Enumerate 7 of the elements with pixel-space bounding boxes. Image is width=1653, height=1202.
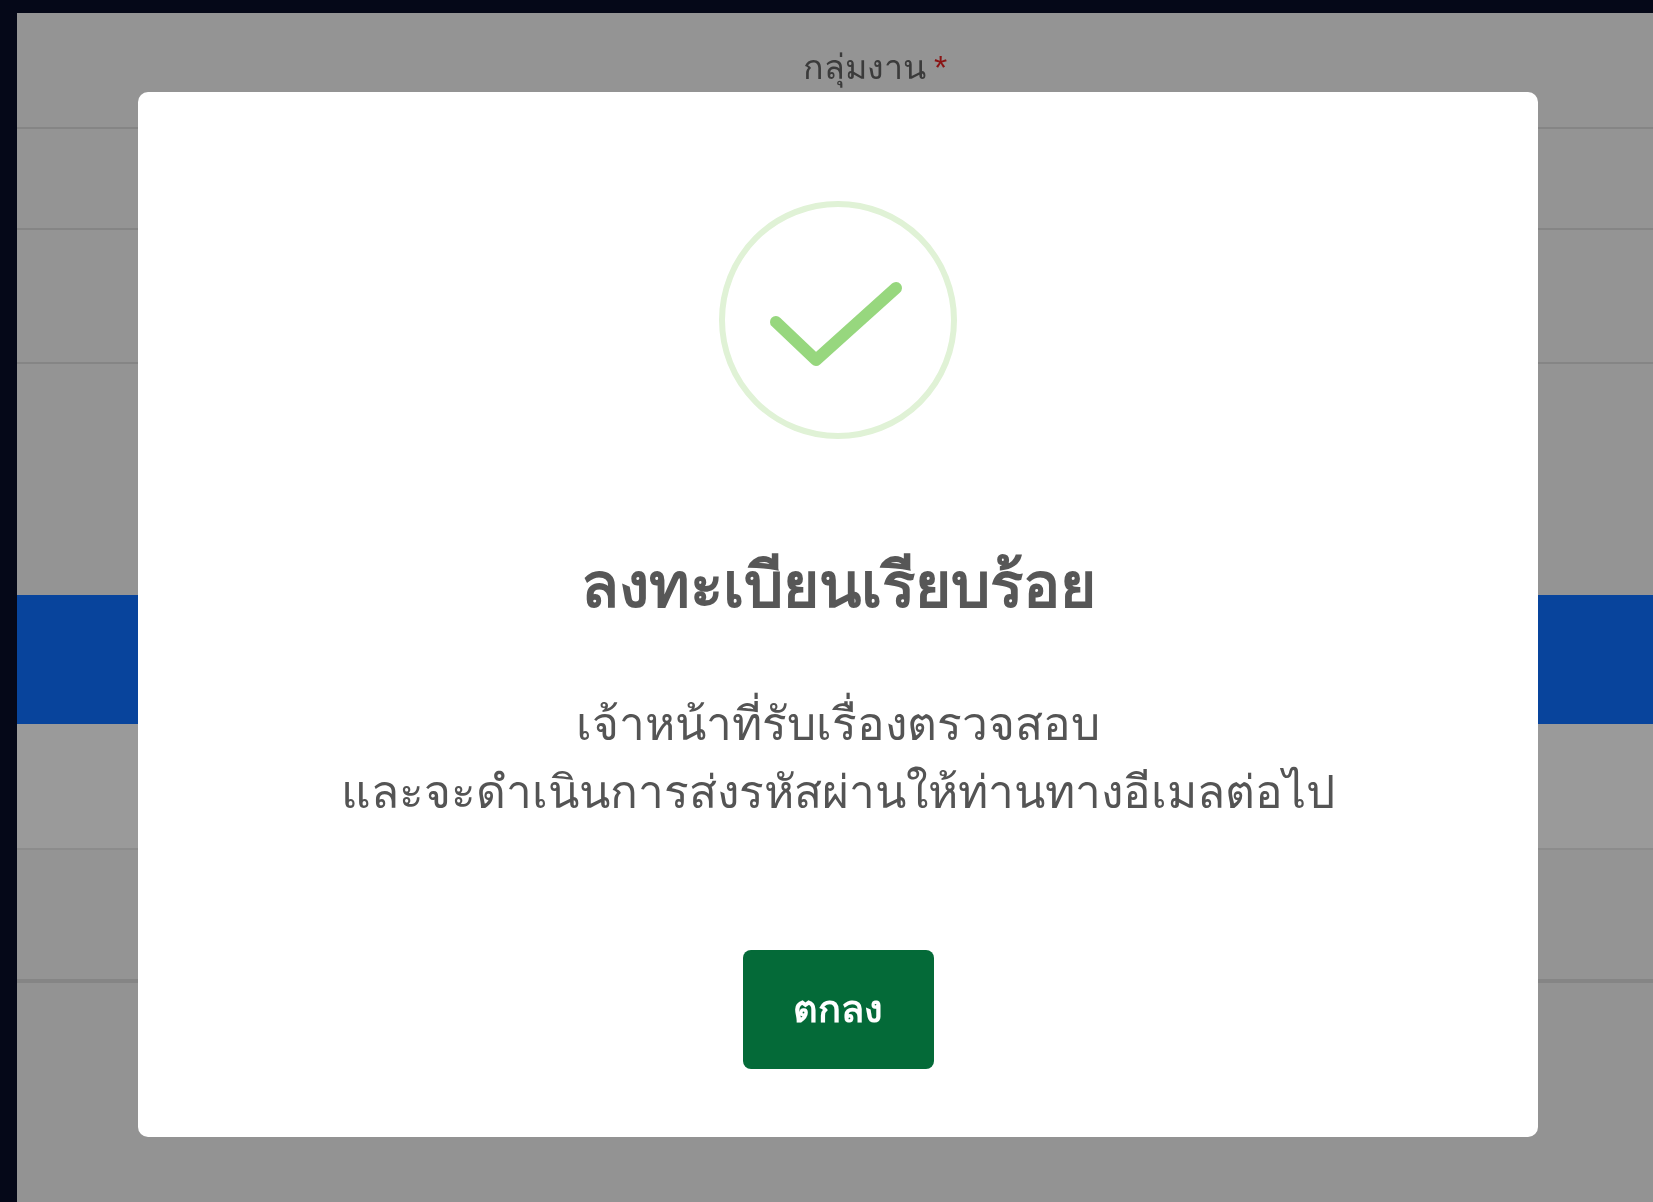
success-check-icon	[718, 200, 958, 440]
dialog-title: ลงทะเบียนเรียบร้อย	[580, 550, 1096, 622]
required-mark: *	[933, 47, 948, 87]
field-label: กลุ่มงาน	[802, 47, 926, 87]
dialog-message: และจะดำเนินการส่งรหัสผ่านให้ท่านทางอีเมลต่อไป	[341, 765, 1335, 820]
ok-button[interactable]: ตกลง	[742, 950, 934, 1069]
dialog-message: เจ้าหน้าที่รับเรื่องตรวจสอบ	[576, 690, 1100, 758]
